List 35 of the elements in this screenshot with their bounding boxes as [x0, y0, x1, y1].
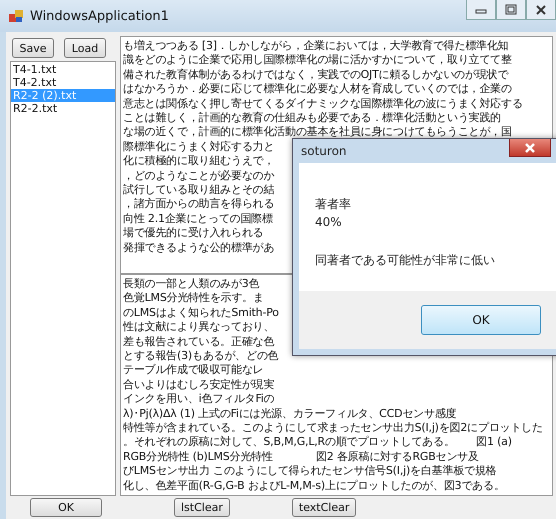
text-line: λ)･Pj(λ)Δλ (1) 上式のFiには光源、カラーフィルタ、CCDセンサ感度	[123, 406, 456, 422]
text-line: 色覚LMS分光特性を示す。ま	[123, 291, 264, 306]
text-line: 意志とは関係なく押し寄せてくるダイナミックな国際標準化の波にうまく対応する	[123, 96, 523, 112]
text-line: RGB分光特性 (b)LMS分光特性 図2 各原稿に対するRGBセンサ及	[123, 450, 479, 464]
text-line: 試行している取り組みとその結	[123, 183, 274, 198]
text-line: 備された教育体制があるわけではなく，実践でのOJTに頼るしかないのが現状で	[123, 68, 508, 82]
text-line: 向性 2.1企業にとっての国際標	[123, 212, 273, 226]
dialog-title: soturon	[301, 144, 347, 158]
text-line: のLMSはよく知られたSmith-Po	[123, 306, 279, 320]
text-line: 発揮できるような公的標準があ	[123, 240, 274, 256]
text-line: 差も報告されている。正確な色	[123, 334, 274, 350]
text-line: な場の近くで，計画的に標準化活動の基本を社員に身につけてもらうことが，国	[123, 125, 512, 140]
text-line: 化し、色差平面(R-G,G-B およびL-M,M-s)上にプロットしたのが、図3である。	[123, 478, 505, 494]
window-title: WindowsApplication1	[30, 8, 169, 24]
text-line: とする報告(3)もあるが、どの色	[123, 349, 278, 364]
result-message: 同著者である可能性が非常に低い	[315, 252, 496, 269]
text-line: 。それぞれの原稿に対して、S,B,M,G,L,Rの順でプロットしてある。 図1 (a)	[123, 435, 512, 450]
text-line: 化に積極的に取り組むうえで，	[123, 154, 274, 169]
text-line: ことは難しく，計画的な教育の仕組みも必要である．標準化活動という実践的	[123, 111, 502, 126]
text-line: 長類の一部と人類のみが3色	[123, 277, 260, 292]
text-line: インクを用い、i色フィルタFiの	[123, 392, 274, 407]
text-line: も増えつつある [3]．しかしながら，企業においては，大学教育で得た標準化知	[123, 39, 508, 54]
rate-label: 著者率	[315, 196, 352, 213]
text-line: 際標準化にうまく対応する力と	[123, 140, 274, 154]
rate-value: 40%	[315, 214, 343, 231]
text-line: 合いよりはむしろ安定性が現実	[123, 378, 274, 392]
text-line: 性は文献により異なっており、	[123, 320, 274, 335]
text-line: テーブル作成で吸収可能なレ	[123, 363, 264, 378]
text-line: 場で優先的に受け入れられる	[123, 226, 264, 241]
text-line: はなかろうか．必要に応じて標準化に必要な人材を育成していくのでは，企業の	[123, 82, 512, 97]
text-line: 識をどのように企業で応用し国際標準化の場に活かすかについて，取り立てて整	[123, 53, 512, 68]
text-line: ，どのようなことが必要なのか	[123, 168, 274, 184]
text-line: 特性等が含まれている。このようにして求まったセンサ出力S(I,j)を図2にプロットした	[123, 421, 543, 436]
text-line: ，諸方面からの助言を得られる	[123, 197, 274, 212]
text-line: びLMSセンサ出力 このようにして得られたセンサ信号S(I,j)を白基準板で規格	[123, 464, 496, 479]
